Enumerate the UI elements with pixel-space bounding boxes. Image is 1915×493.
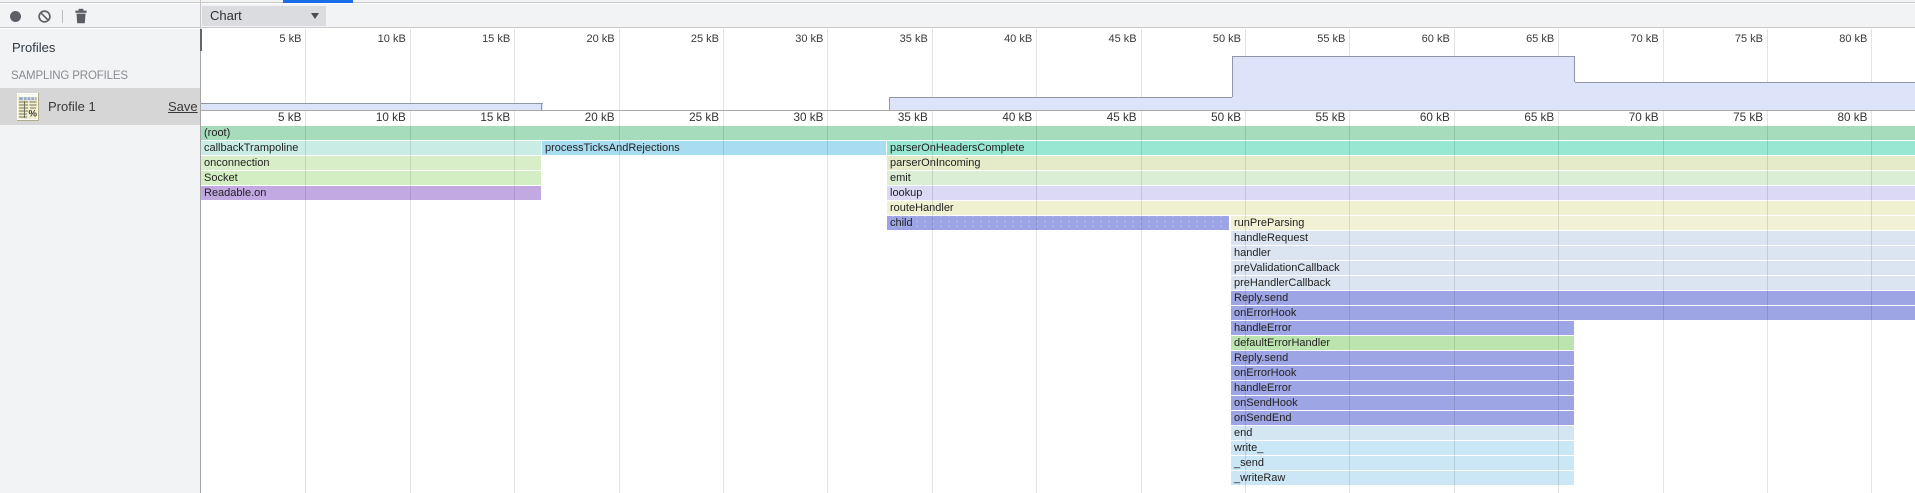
svg-text:%: % — [29, 109, 38, 120]
